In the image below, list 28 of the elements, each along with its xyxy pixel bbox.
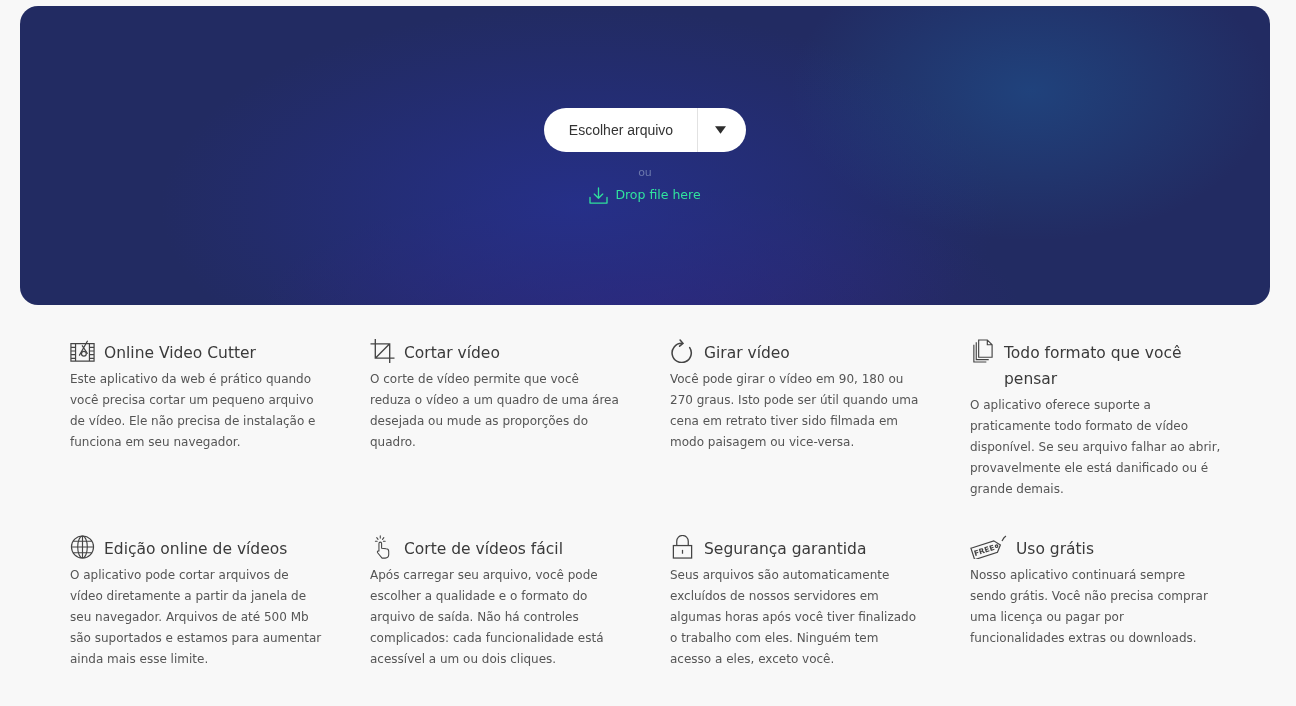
feature-description: O aplicativo oferece suporte a praticamente todo formato de vídeo disponível. Se seu arquivo falhar ao abrir, provavelmente ele está danificado ou é grande demais. <box>970 397 1222 498</box>
feature-title: Todo formato que você pensar <box>1004 343 1183 390</box>
upload-button[interactable]: Escolher arquivo <box>543 108 698 152</box>
globe-icon <box>70 535 95 559</box>
separator-text: ou <box>638 166 652 180</box>
padlock-icon <box>670 535 695 559</box>
feature-title: Online Video Cutter <box>104 343 256 364</box>
feature-description: Seus arquivos são automaticamente excluídos de nossos servidores em algumas horas após você tiver finalizado o trabalho com eles. Ninguém tem acesso a eles, exceto você. <box>670 567 917 668</box>
rotate-icon <box>670 339 695 363</box>
documents-icon <box>970 339 995 363</box>
feature-title: Corte de vídeos fácil <box>404 539 563 560</box>
feature-description: O aplicativo pode cortar arquivos de vídeo diretamente a partir da janela de seu navegador. Arquivos de até 500 Mb são suportados e estamos para aumentar ainda mais esse limite. <box>70 567 322 668</box>
feature-title: Edição online de vídeos <box>104 539 288 560</box>
feature-title: Segurança garantida <box>704 539 867 560</box>
feature-description: Nosso aplicativo continuará sempre sendo grátis. Você não precisa comprar uma licença ou pagar por funcionalidades extras ou downloads. <box>970 567 1209 647</box>
film-strip-icon <box>70 339 95 363</box>
feature-description: Você pode girar o vídeo em 90, 180 ou 270 graus. Isto pode ser útil quando uma cena em retrato tiver sido filmada em modo paisagem ou vice-versa. <box>670 371 920 451</box>
feature-description: Este aplicativo da web é prático quando você precisa cortar um pequeno arquivo de vídeo. Ele não precisa de instalação e funciona em seu navegador. <box>70 371 317 451</box>
feature-title: Girar vídeo <box>704 343 790 364</box>
feature-description: O corte de vídeo permite que você reduza o vídeo a um quadro de uma área desejada ou mude as proporções do quadro. <box>370 371 620 451</box>
drop-file-text: Drop file here <box>615 186 701 204</box>
crop-icon <box>370 339 395 363</box>
caret-icon <box>714 126 726 134</box>
feature-description: Após carregar seu arquivo, você pode escolher a qualidade e o formato do arquivo de saída. Não há controles complicados: cada funcionalidade está acessível a um ou dois cliques. <box>370 567 605 668</box>
dropdown-button[interactable] <box>697 108 747 152</box>
feature-title: Uso grátis <box>1016 539 1094 560</box>
download-icon <box>589 186 609 204</box>
feature-title: Cortar vídeo <box>404 343 500 364</box>
